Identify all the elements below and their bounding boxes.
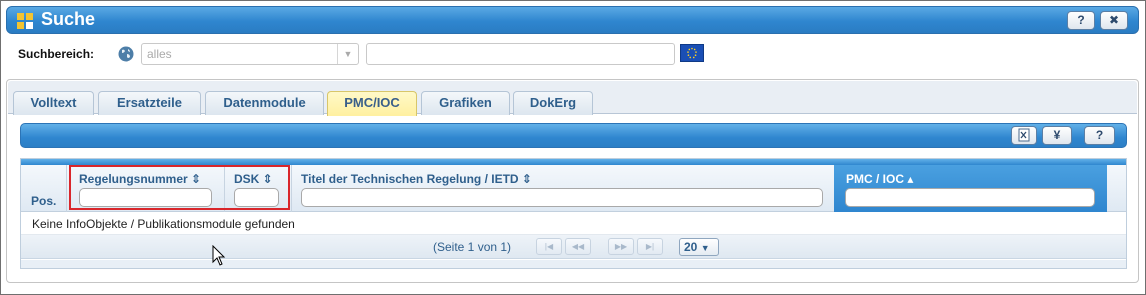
page-size-value: 20 xyxy=(684,240,698,254)
currency-button[interactable]: ¥ xyxy=(1042,126,1072,145)
search-input[interactable] xyxy=(366,43,675,65)
close-button[interactable]: ✖ xyxy=(1100,11,1128,30)
eu-flag-icon[interactable] xyxy=(680,44,704,62)
col-pmc-ioc[interactable]: PMC / IOC ▴ xyxy=(846,172,913,186)
first-page-button[interactable]: |◀ xyxy=(536,238,562,255)
tab-strip: Volltext Ersatzteile Datenmodule PMC/IOC… xyxy=(8,81,1137,116)
app-grid-icon xyxy=(17,13,33,29)
page-size-select[interactable]: 20 ▼ xyxy=(679,238,719,256)
search-scope-select[interactable]: alles ▼ xyxy=(141,43,359,65)
tab-datenmodule[interactable]: Datenmodule xyxy=(205,91,324,115)
excel-icon xyxy=(1018,128,1030,142)
col-pos: Pos. xyxy=(31,194,57,208)
page-info: (Seite 1 von 1) xyxy=(433,240,512,254)
tab-pmc-ioc[interactable]: PMC/IOC xyxy=(327,91,417,116)
highlight-box xyxy=(69,165,290,210)
col-titel[interactable]: Titel der Technischen Regelung / IETD ⇕ xyxy=(301,172,532,186)
title-bar: Suche ? ✖ xyxy=(6,6,1139,34)
tab-dokerg[interactable]: DokErg xyxy=(513,91,593,115)
globe-icon xyxy=(118,46,134,62)
titel-filter-input[interactable] xyxy=(301,188,823,207)
help-button[interactable]: ? xyxy=(1067,11,1095,30)
tab-ersatzteile[interactable]: Ersatzteile xyxy=(98,91,201,115)
empty-row: Keine InfoObjekte / Publikationsmodule g… xyxy=(21,213,1126,235)
grid-toolbar: ¥ ? xyxy=(20,123,1127,148)
chevron-down-icon[interactable]: ▼ xyxy=(337,44,358,64)
col-pmc-ioc-header[interactable]: PMC / IOC ▴ xyxy=(834,165,1107,212)
empty-message: Keine InfoObjekte / Publikationsmodule g… xyxy=(32,217,295,231)
search-scope-label: Suchbereich: xyxy=(18,47,95,61)
mouse-cursor-icon xyxy=(212,245,226,266)
tab-volltext[interactable]: Volltext xyxy=(13,91,94,115)
pager-footer xyxy=(21,260,1126,268)
toolbar-help-button[interactable]: ? xyxy=(1084,126,1115,145)
pager: (Seite 1 von 1) |◀ ◀◀ ▶▶ ▶| 20 ▼ xyxy=(21,235,1126,259)
chevron-down-icon: ▼ xyxy=(700,243,710,253)
search-scope-value: alles xyxy=(147,47,172,61)
excel-export-button[interactable] xyxy=(1011,126,1037,145)
tab-grafiken[interactable]: Grafiken xyxy=(421,91,510,115)
last-page-button[interactable]: ▶| xyxy=(637,238,663,255)
prev-page-button[interactable]: ◀◀ xyxy=(565,238,591,255)
pmc-ioc-filter-input[interactable] xyxy=(845,188,1095,207)
window-title: Suche xyxy=(41,9,96,29)
next-page-button[interactable]: ▶▶ xyxy=(608,238,634,255)
